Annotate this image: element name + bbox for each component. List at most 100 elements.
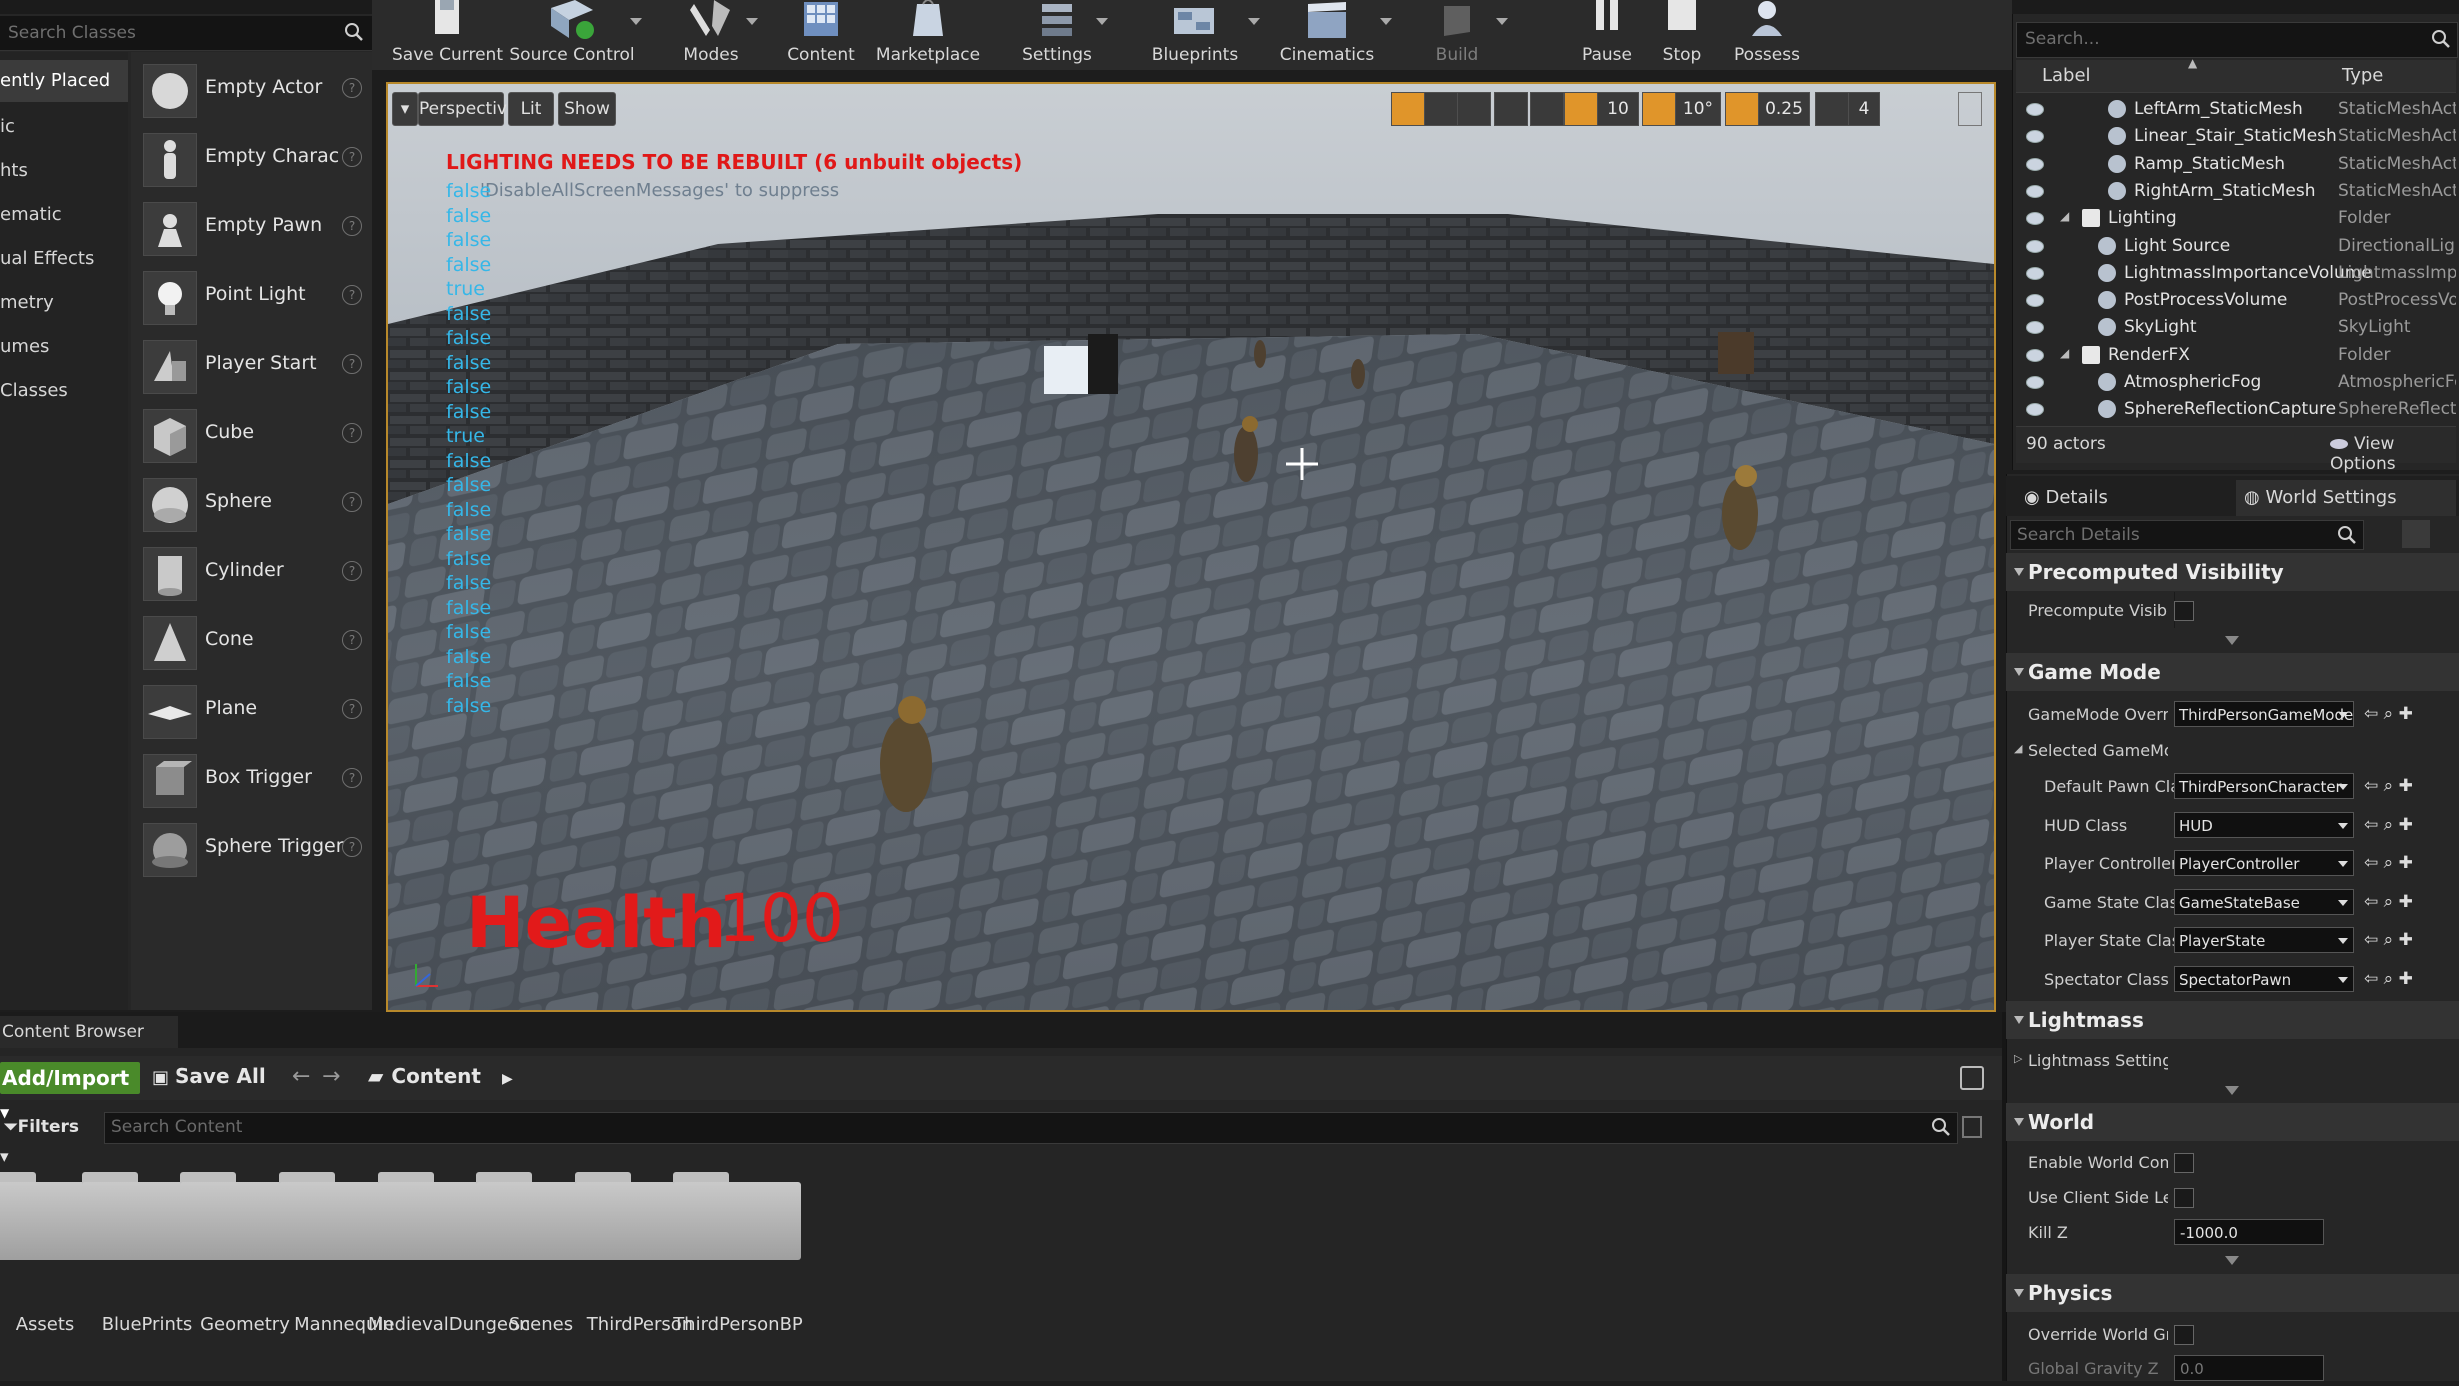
blueprints-button[interactable]: Blueprints xyxy=(1140,0,1260,70)
spectator-class-combo[interactable]: SpectatorPawn xyxy=(2174,966,2354,992)
section-world[interactable]: World xyxy=(2006,1103,2459,1141)
sort-ascending-icon[interactable]: ▲ xyxy=(2188,56,2197,70)
save-all-button[interactable]: ▣ Save All xyxy=(152,1064,266,1088)
outliner-folder-row[interactable]: ◢ Lighting Folder xyxy=(2016,205,2456,232)
rotate-mode-icon[interactable] xyxy=(1424,92,1458,126)
help-icon[interactable]: ? xyxy=(342,216,362,236)
source-control-dropdown-arrow[interactable] xyxy=(630,18,642,25)
visibility-eye-icon[interactable] xyxy=(2026,321,2044,335)
panel-splitter[interactable] xyxy=(2002,1012,2006,1381)
help-icon[interactable]: ? xyxy=(342,561,362,581)
outliner-search-field[interactable]: Search... xyxy=(2016,22,2458,58)
surface-snap-icon[interactable] xyxy=(1530,92,1564,126)
help-icon[interactable]: ? xyxy=(342,285,362,305)
category-lights[interactable]: hts xyxy=(0,150,128,192)
section-game-mode[interactable]: Game Mode xyxy=(2006,653,2459,691)
place-item-sphere-trigger[interactable]: Sphere Trigger? xyxy=(131,815,372,883)
enable-world-composition-checkbox[interactable] xyxy=(2174,1153,2194,1173)
default-pawn-actions[interactable]: ⇦ ⌕ ✚ xyxy=(2364,776,2413,796)
stop-button[interactable]: Stop xyxy=(1652,0,1712,70)
history-back-icon[interactable]: ← xyxy=(292,1064,310,1089)
outliner-actor-row[interactable]: LeftArm_StaticMesh StaticMeshActor xyxy=(2016,96,2456,123)
place-item-plane[interactable]: Plane? xyxy=(131,677,372,745)
build-dropdown-arrow[interactable] xyxy=(1496,18,1508,25)
global-gravity-z-input[interactable]: 0.0 xyxy=(2174,1355,2324,1381)
visibility-eye-icon[interactable] xyxy=(2026,239,2044,253)
level-viewport[interactable]: ▾ Perspective Lit Show 10 10° 0.25 4 LIG… xyxy=(386,82,1996,1012)
advanced-expand-icon[interactable] xyxy=(2225,636,2239,645)
outliner-folder-row[interactable]: ◢ RenderFX Folder xyxy=(2016,342,2456,369)
grid-snap-icon[interactable] xyxy=(1564,92,1598,126)
hud-class-combo[interactable]: HUD xyxy=(2174,812,2354,838)
build-button[interactable]: Build xyxy=(1412,0,1508,70)
world-local-icon[interactable] xyxy=(1494,92,1528,126)
show-button[interactable]: Show xyxy=(558,92,616,126)
place-item-empty-pawn[interactable]: Empty Pawn? xyxy=(131,194,372,262)
help-icon[interactable]: ? xyxy=(342,354,362,374)
tab-content-browser[interactable]: Content Browser xyxy=(0,1016,178,1048)
content-button[interactable]: Content xyxy=(776,0,866,70)
camera-speed-icon[interactable] xyxy=(1815,92,1849,126)
visibility-eye-icon[interactable] xyxy=(2026,294,2044,308)
viewport-options-button[interactable]: ▾ xyxy=(392,92,418,126)
settings-dropdown-arrow[interactable] xyxy=(1096,18,1108,25)
advanced-expand-icon[interactable] xyxy=(2225,1256,2239,1265)
class-search-field[interactable]: Search Classes xyxy=(0,16,372,51)
content-folder-tile[interactable] xyxy=(673,1172,803,1262)
visibility-eye-icon[interactable] xyxy=(2026,403,2044,417)
modes-button[interactable]: Modes xyxy=(666,0,758,70)
prop-lightmass-settings[interactable]: ▷ Lightmass Settings xyxy=(2006,1042,2459,1078)
property-matrix-icon[interactable] xyxy=(2402,520,2430,548)
category-all-classes[interactable]: Classes xyxy=(0,370,128,412)
visibility-eye-icon[interactable] xyxy=(2026,103,2044,116)
cinematics-button[interactable]: Cinematics xyxy=(1272,0,1392,70)
content-search-field[interactable]: Search Content xyxy=(104,1112,1958,1144)
precompute-visibility-checkbox[interactable] xyxy=(2174,601,2194,621)
default-pawn-combo[interactable]: ThirdPersonCharacter xyxy=(2174,773,2354,799)
filters-button[interactable]: ⏷Filters ▾ xyxy=(0,1112,92,1167)
save-current-button[interactable]: Save Current xyxy=(392,0,503,70)
place-item-sphere[interactable]: Sphere? xyxy=(131,470,372,538)
tab-details[interactable]: ◉ Details xyxy=(2014,480,2214,516)
column-label-header[interactable]: Label xyxy=(2042,65,2091,86)
visibility-eye-icon[interactable] xyxy=(2026,376,2044,389)
add-import-button[interactable]: Add/Import ▼ xyxy=(0,1062,140,1120)
outliner-actor-row[interactable]: Ramp_StaticMesh StaticMeshActor xyxy=(2016,151,2456,178)
lock-icon[interactable] xyxy=(1960,1066,1984,1090)
modes-dropdown-arrow[interactable] xyxy=(746,18,758,25)
visibility-eye-icon[interactable] xyxy=(2026,157,2044,171)
visibility-eye-icon[interactable] xyxy=(2026,130,2044,144)
spectator-class-actions[interactable]: ⇦ ⌕ ✚ xyxy=(2364,969,2413,989)
visibility-eye-icon[interactable] xyxy=(2026,266,2044,280)
help-icon[interactable]: ? xyxy=(342,423,362,443)
place-item-box-trigger[interactable]: Box Trigger? xyxy=(131,746,372,814)
prop-selected-gamemode[interactable]: ◢ Selected GameMo xyxy=(2006,732,2459,768)
gamemode-override-combo[interactable]: ThirdPersonGameMode xyxy=(2174,701,2354,727)
help-icon[interactable]: ? xyxy=(342,630,362,650)
outliner-actor-row[interactable]: SkyLight SkyLight xyxy=(2016,314,2456,341)
category-recently-placed[interactable]: ently Placed xyxy=(0,60,128,102)
outliner-actor-row[interactable]: Light Source DirectionalLight xyxy=(2016,233,2456,260)
tab-world-settings[interactable]: ◍ World Settings xyxy=(2236,480,2456,516)
grid-snap-value[interactable]: 10 xyxy=(1597,92,1639,126)
save-search-icon[interactable] xyxy=(1962,1116,1982,1138)
search-icon[interactable] xyxy=(2431,29,2451,49)
outliner-actor-row[interactable]: LightmassImportanceVolumeLightmassImport… xyxy=(2016,260,2456,287)
blueprints-dropdown-arrow[interactable] xyxy=(1248,18,1260,25)
search-icon[interactable] xyxy=(344,22,364,42)
section-lightmass[interactable]: Lightmass xyxy=(2006,1001,2459,1039)
game-state-combo[interactable]: GameStateBase xyxy=(2174,889,2354,915)
player-controller-actions[interactable]: ⇦ ⌕ ✚ xyxy=(2364,853,2413,873)
translate-mode-icon[interactable] xyxy=(1391,92,1425,126)
view-options-button[interactable]: View Options xyxy=(2330,434,2456,474)
column-type-header[interactable]: Type xyxy=(2342,65,2383,86)
visibility-eye-icon[interactable] xyxy=(2026,184,2044,198)
kill-z-input[interactable]: -1000.0 xyxy=(2174,1219,2324,1245)
scale-snap-icon[interactable] xyxy=(1725,92,1759,126)
outliner-actor-row[interactable]: PostProcessVolume PostProcessVolume xyxy=(2016,287,2456,314)
player-state-actions[interactable]: ⇦ ⌕ ✚ xyxy=(2364,930,2413,950)
category-cinematic[interactable]: ematic xyxy=(0,194,128,236)
scale-mode-icon[interactable] xyxy=(1457,92,1491,126)
maximize-viewport-icon[interactable] xyxy=(1958,92,1982,126)
collapse-arrow-icon[interactable]: ◢ xyxy=(2060,209,2069,223)
